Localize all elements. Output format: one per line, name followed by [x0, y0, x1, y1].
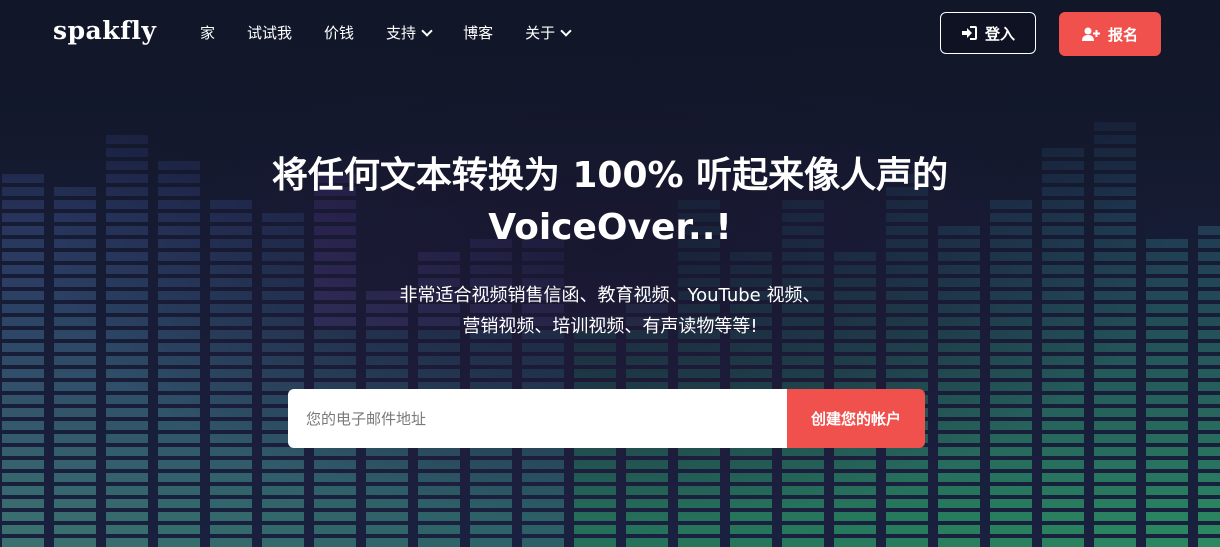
nav-item-about[interactable]: 关于	[525, 22, 572, 43]
nav-item-label: 家	[200, 24, 216, 42]
brand-logo[interactable]: spakfly	[53, 16, 156, 45]
signup-label: 报名	[1107, 25, 1138, 44]
chevron-down-icon	[560, 24, 572, 37]
hero-title: 将任何文本转换为 100% 听起来像人声的 VoiceOver..!	[0, 150, 1220, 254]
hero-subtitle: 非常适合视频销售信函、教育视频、YouTube 视频、 营销视频、培训视频、有声…	[0, 280, 1220, 342]
email-input[interactable]	[288, 389, 787, 448]
login-label: 登入	[984, 24, 1015, 43]
top-navbar: spakfly 家 试试我 价钱 支持 博客 关于 登入 报名	[0, 0, 1220, 68]
email-signup-form: 创建您的帐户	[288, 389, 925, 448]
nav-item-label: 价钱	[324, 24, 355, 42]
nav-item-pricing[interactable]: 价钱	[324, 22, 354, 43]
nav-item-home[interactable]: 家	[200, 22, 215, 43]
sign-in-icon	[961, 26, 977, 40]
hero-background	[0, 0, 1220, 547]
login-button[interactable]: 登入	[940, 12, 1036, 54]
nav-item-label: 关于	[525, 24, 556, 42]
hero-subtitle-line2: 营销视频、培训视频、有声读物等等!	[462, 316, 758, 337]
nav-item-label: 支持	[386, 24, 417, 42]
hero-title-line1: 将任何文本转换为 100% 听起来像人声的	[271, 155, 949, 196]
create-account-button[interactable]: 创建您的帐户	[787, 389, 925, 448]
hero-title-line2: VoiceOver..!	[488, 207, 732, 248]
chevron-down-icon	[421, 24, 433, 37]
nav-item-blog[interactable]: 博客	[463, 22, 493, 43]
signup-button[interactable]: 报名	[1059, 12, 1161, 56]
nav-item-support[interactable]: 支持	[386, 22, 433, 43]
nav-item-label: 试试我	[247, 24, 293, 42]
user-plus-icon	[1081, 27, 1100, 41]
background-vignette	[0, 0, 1220, 547]
nav-item-try-me[interactable]: 试试我	[247, 22, 292, 43]
nav-item-label: 博客	[463, 24, 494, 42]
hero-subtitle-line1: 非常适合视频销售信函、教育视频、YouTube 视频、	[399, 285, 821, 306]
main-menu: 家 试试我 价钱 支持 博客 关于	[200, 22, 602, 43]
